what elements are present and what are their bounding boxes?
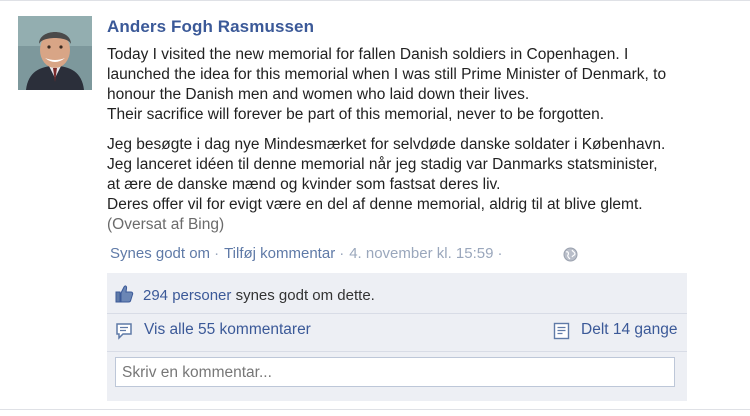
avatar-portrait [18, 16, 92, 90]
likes-summary: 294 personer synes godt om dette. [143, 287, 375, 304]
feedback-panel: 294 personer synes godt om dette. Vis al… [107, 273, 687, 401]
globe-icon[interactable] [563, 247, 578, 262]
speech-bubble-icon [116, 323, 132, 340]
post-actions-bar: Synes godt om · Tilføj kommentar · 4. novemb… [110, 245, 507, 262]
like-link[interactable]: Synes godt om [110, 245, 210, 262]
post-message: Today I visited the new memorial for fal… [107, 45, 727, 235]
separator-dot: · [214, 245, 220, 262]
bottom-divider [0, 409, 750, 410]
author-avatar[interactable] [18, 16, 92, 90]
post-line: Their sacrifice will forever be part of … [107, 106, 605, 123]
post-line: honour the Danish men and women who laid… [107, 86, 530, 103]
post-line-translated: Jeg lanceret idéen til denne memorial nå… [107, 156, 658, 173]
view-all-comments-link[interactable]: Vis alle 55 kommentarer [144, 321, 311, 339]
separator-dot: · [497, 245, 503, 262]
comment-input[interactable]: Skriv en kommentar... [115, 357, 675, 387]
comments-row: Vis alle 55 kommentarer Delt 14 gange [107, 318, 687, 348]
likers-link[interactable]: 294 personer [143, 287, 231, 304]
add-comment-link[interactable]: Tilføj kommentar [224, 245, 335, 262]
post-author-name[interactable]: Anders Fogh Rasmussen [107, 17, 314, 37]
post-line-translated: Deres offer vil for evigt være en del af… [107, 196, 643, 213]
likes-row: 294 personer synes godt om dette. [107, 281, 687, 311]
likes-suffix: synes godt om dette. [235, 287, 375, 304]
row-divider [107, 313, 687, 314]
translation-note[interactable]: (Oversat af Bing) [107, 215, 727, 235]
post-timestamp[interactable]: 4. november kl. 15:59 [349, 245, 493, 262]
shares-count-link[interactable]: Delt 14 gange [581, 321, 678, 339]
thumbs-up-icon [115, 285, 134, 303]
row-divider [107, 351, 687, 352]
post-line: launched the idea for this memorial when… [107, 66, 667, 83]
post-line-translated: at ære de danske mænd og kvinder som fas… [107, 176, 501, 193]
post-line-translated: Jeg besøgte i dag nye Mindesmærket for s… [107, 136, 666, 153]
top-divider [0, 0, 750, 1]
post-line: Today I visited the new memorial for fal… [107, 46, 629, 63]
share-icon [553, 322, 570, 340]
separator-dot: · [339, 245, 345, 262]
